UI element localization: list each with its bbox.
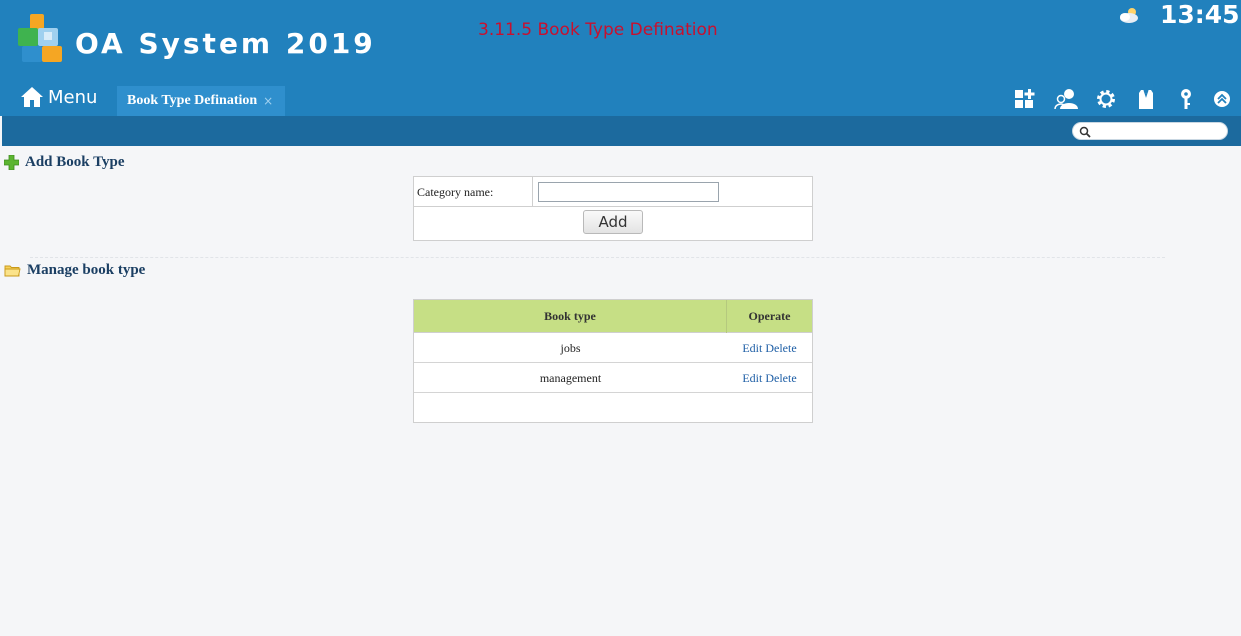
manage-section-title: Manage book type (27, 262, 146, 278)
sub-toolbar (2, 116, 1241, 146)
add-book-type-title: Add Book Type (4, 154, 125, 171)
folder-icon (4, 265, 21, 276)
book-type-cell: jobs (560, 341, 581, 355)
edit-link[interactable]: Edit (742, 341, 762, 355)
add-book-type-form: Category name: Add (413, 176, 813, 241)
tab-book-type-defination[interactable]: Book Type Defination × (117, 86, 285, 116)
tab-close-icon[interactable]: × (263, 94, 273, 108)
edit-link[interactable]: Edit (742, 371, 762, 385)
menu-button[interactable]: Menu (20, 82, 97, 112)
operate-cell: Edit Delete (727, 363, 812, 393)
delete-link[interactable]: Delete (765, 371, 796, 385)
column-header-book-type: Book type (414, 300, 727, 333)
search-icon (1079, 126, 1091, 138)
collapse-up-icon[interactable] (1209, 86, 1235, 112)
key-icon[interactable] (1173, 86, 1199, 112)
book-type-cell: management (539, 371, 602, 385)
search-input[interactable] (1095, 124, 1223, 138)
category-name-label: Category name: (414, 177, 533, 207)
table-row: management Edit Delete (414, 363, 812, 393)
add-section-title: Add Book Type (25, 154, 125, 170)
page-heading: 3.11.5 Book Type Defination (478, 20, 718, 40)
settings-gear-icon[interactable] (1093, 86, 1119, 112)
weather-cloud-icon (1120, 8, 1138, 23)
table-row: jobs Edit Delete (414, 333, 812, 363)
add-module-icon[interactable] (1012, 86, 1038, 112)
users-icon[interactable] (1053, 86, 1079, 112)
oa-logo-icon (18, 14, 62, 62)
section-divider (30, 257, 1165, 258)
category-name-input[interactable] (538, 182, 719, 202)
app-title: OA System 2019 (75, 27, 376, 60)
book-type-table: Book type Operate jobs Edit Delete manag… (413, 299, 813, 423)
column-header-operate: Operate (748, 309, 791, 323)
top-header: OA System 2019 3.11.5 Book Type Definati… (0, 0, 1241, 116)
manage-book-type-title: Manage book type (4, 262, 145, 279)
delete-link[interactable]: Delete (765, 341, 796, 355)
search-box[interactable] (1072, 122, 1228, 140)
menu-label: Menu (48, 86, 98, 108)
tab-label: Book Type Defination (127, 93, 258, 108)
green-plus-icon (4, 155, 19, 170)
add-button[interactable]: Add (583, 210, 643, 234)
category-row: Category name: (414, 177, 812, 207)
clock: 13:45 (1160, 0, 1240, 29)
operate-cell: Edit Delete (727, 333, 812, 363)
home-icon (21, 87, 43, 107)
shirt-icon[interactable] (1133, 86, 1159, 112)
table-header: Book type Operate (414, 300, 812, 333)
